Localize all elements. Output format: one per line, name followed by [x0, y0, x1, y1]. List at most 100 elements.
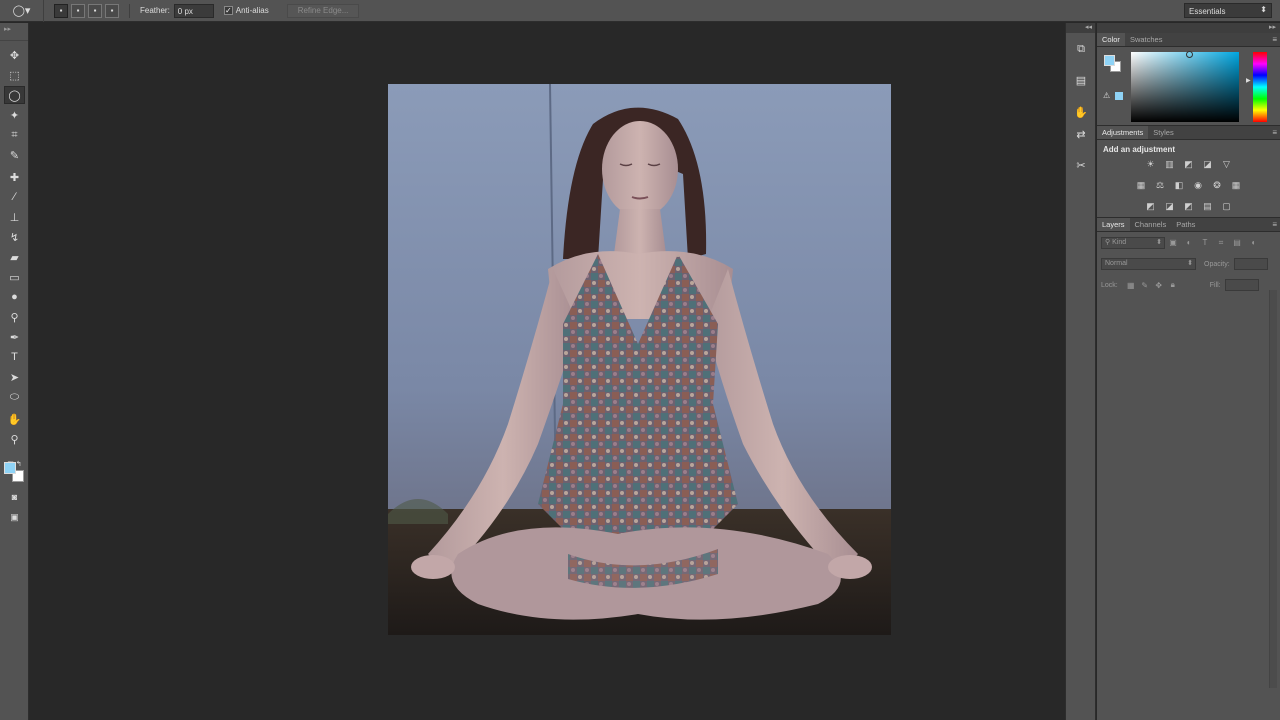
refine-edge-button[interactable]: Refine Edge...	[286, 3, 360, 18]
chevron-down-icon: ⬍	[1156, 239, 1162, 246]
spot-healing-brush-tool[interactable]: ✚	[4, 168, 25, 186]
layers-scrollbar[interactable]	[1269, 290, 1277, 688]
actions-icon[interactable]: ▤	[1072, 72, 1090, 89]
lock-pixels-icon[interactable]: ✎	[1138, 281, 1152, 290]
tab-layers[interactable]: Layers	[1097, 218, 1130, 231]
websafe-color-swatch[interactable]	[1115, 92, 1123, 100]
brush-presets-icon[interactable]: ✋	[1072, 104, 1090, 121]
black-white-icon[interactable]: ◧	[1172, 179, 1187, 192]
color-field[interactable]	[1131, 52, 1239, 122]
channel-mixer-icon[interactable]: ❂	[1210, 179, 1225, 192]
eraser-tool[interactable]: ▰	[4, 248, 25, 266]
out-of-gamut-warning-icon[interactable]: ⚠	[1103, 91, 1110, 100]
selective-color-icon[interactable]: ▢	[1219, 200, 1234, 213]
gradient-tool[interactable]: ▭	[4, 268, 25, 286]
blend-mode-select[interactable]: Normal ⬍	[1101, 258, 1196, 270]
dodge-tool[interactable]: ⚲	[4, 308, 25, 326]
exposure-icon[interactable]: ◪	[1200, 158, 1215, 171]
color-foreground-swatch[interactable]	[1104, 55, 1115, 66]
hue-slider[interactable]	[1253, 52, 1267, 122]
tab-swatches[interactable]: Swatches	[1125, 33, 1168, 46]
lasso-icon[interactable]: ◯▾	[0, 0, 44, 22]
color-lookup-icon[interactable]: ▦	[1229, 179, 1244, 192]
levels-icon[interactable]: ▥	[1162, 158, 1177, 171]
shape-filter-icon[interactable]: ⌗	[1213, 237, 1229, 249]
clone-stamp-tool[interactable]: ⊥	[4, 208, 25, 226]
feather-input[interactable]: 0 px	[173, 3, 214, 18]
pen-tool[interactable]: ✒	[4, 328, 25, 346]
lock-all-icon[interactable]: 🔒︎	[1166, 280, 1180, 290]
adjustment-filter-icon[interactable]: ◐	[1181, 237, 1197, 249]
crop-tool[interactable]: ⌗	[4, 126, 25, 144]
posterize-icon[interactable]: ◪	[1162, 200, 1177, 213]
subtract-from-selection-icon[interactable]: ▪	[88, 3, 102, 18]
hue-saturation-icon[interactable]: ▦	[1134, 179, 1149, 192]
tab-channels[interactable]: Channels	[1130, 218, 1172, 231]
screen-mode-icon[interactable]: ▣	[4, 508, 25, 526]
chevron-down-icon: ⬍	[1187, 260, 1193, 267]
rectangular-marquee-tool[interactable]: ⬚	[4, 66, 25, 84]
history-icon[interactable]: ⧉	[1072, 41, 1090, 58]
lock-label: Lock:	[1101, 281, 1118, 289]
lock-transparent-icon[interactable]: ▦	[1124, 281, 1138, 290]
opacity-input[interactable]	[1233, 258, 1268, 270]
opacity-label: Opacity:	[1204, 260, 1230, 268]
clone-source-icon[interactable]: ✂	[1072, 157, 1090, 174]
hue-slider-arrow-icon[interactable]: ▶	[1246, 77, 1251, 84]
history-brush-tool[interactable]: ↯	[4, 228, 25, 246]
hand-tool[interactable]: ✋	[4, 410, 25, 428]
color-picker-cursor[interactable]	[1186, 51, 1193, 58]
tab-adjustments[interactable]: Adjustments	[1097, 126, 1149, 139]
tab-color[interactable]: Color	[1097, 33, 1125, 46]
panel-menu-icon[interactable]: ≡	[1272, 128, 1277, 137]
dock-collapse-icon[interactable]: ▸▸	[1097, 23, 1280, 33]
panel-collapse-icon[interactable]: ◂◂	[1066, 23, 1095, 33]
tool-presets-icon[interactable]: ⇄	[1072, 126, 1090, 143]
lasso-tool[interactable]: ◯	[4, 86, 25, 104]
add-to-selection-icon[interactable]: ▪	[71, 3, 85, 18]
filter-toggle-icon[interactable]: ◖	[1245, 237, 1261, 249]
new-selection-icon[interactable]: ▪	[54, 3, 68, 18]
lock-position-icon[interactable]: ✥	[1152, 281, 1166, 290]
photo-filter-icon[interactable]: ◉	[1191, 179, 1206, 192]
eyedropper-tool[interactable]: ✎	[4, 146, 25, 164]
layer-filter-row: ⚲ Kind ⬍ ▣ ◐ T ⌗ ▤ ◖	[1101, 236, 1276, 250]
document-image[interactable]	[388, 84, 891, 635]
layer-kind-filter[interactable]: ⚲ Kind ⬍	[1101, 237, 1165, 249]
ellipse-tool[interactable]: ⬭	[4, 388, 25, 406]
move-tool[interactable]: ✥	[4, 46, 25, 64]
zoom-tool[interactable]: ⚲	[4, 430, 25, 448]
antialias-option[interactable]: ✓ Anti-alias	[223, 6, 269, 15]
vibrance-icon[interactable]: ▽	[1219, 158, 1234, 171]
color-panel-tabs: Color Swatches ≡	[1097, 33, 1280, 47]
fill-input[interactable]	[1224, 279, 1259, 291]
brightness-contrast-icon[interactable]: ☀	[1143, 158, 1158, 171]
workspace-select[interactable]: Essentials ⬍	[1184, 3, 1272, 18]
path-selection-tool[interactable]: ➤	[4, 368, 25, 386]
pixel-filter-icon[interactable]: ▣	[1165, 237, 1181, 249]
foreground-color-swatch[interactable]	[4, 462, 16, 474]
panel-menu-icon[interactable]: ≡	[1272, 220, 1277, 229]
threshold-icon[interactable]: ◩	[1181, 200, 1196, 213]
type-filter-icon[interactable]: T	[1197, 237, 1213, 249]
curves-icon[interactable]: ◩	[1181, 158, 1196, 171]
type-tool[interactable]: T	[4, 348, 25, 366]
brush-tool[interactable]: ∕	[4, 188, 25, 206]
smart-object-filter-icon[interactable]: ▤	[1229, 237, 1245, 249]
tab-paths[interactable]: Paths	[1171, 218, 1200, 231]
quick-selection-tool[interactable]: ✦	[4, 106, 25, 124]
color-balance-icon[interactable]: ⚖	[1153, 179, 1168, 192]
antialias-checkbox[interactable]: ✓	[223, 6, 233, 15]
photoshop-window: ◯▾ ▪ ▪ ▪ ▪ Feather: 0 px ✓ Anti-alias Re…	[0, 0, 1280, 720]
intersect-selection-icon[interactable]: ▪	[105, 3, 119, 18]
invert-icon[interactable]: ◩	[1143, 200, 1158, 213]
gradient-map-icon[interactable]: ▤	[1200, 200, 1215, 213]
canvas-area[interactable]	[30, 23, 1065, 720]
workspace-value: Essentials	[1189, 7, 1226, 16]
blur-tool[interactable]: ●	[4, 288, 25, 306]
tab-styles[interactable]: Styles	[1148, 126, 1178, 139]
quick-mask-icon[interactable]: ◙	[4, 488, 25, 506]
panel-grip[interactable]: ▸▸	[0, 23, 28, 41]
layers-panel: ⚲ Kind ⬍ ▣ ◐ T ⌗ ▤ ◖ Normal ⬍ Opacity: L…	[1097, 232, 1280, 692]
panel-menu-icon[interactable]: ≡	[1272, 35, 1277, 44]
